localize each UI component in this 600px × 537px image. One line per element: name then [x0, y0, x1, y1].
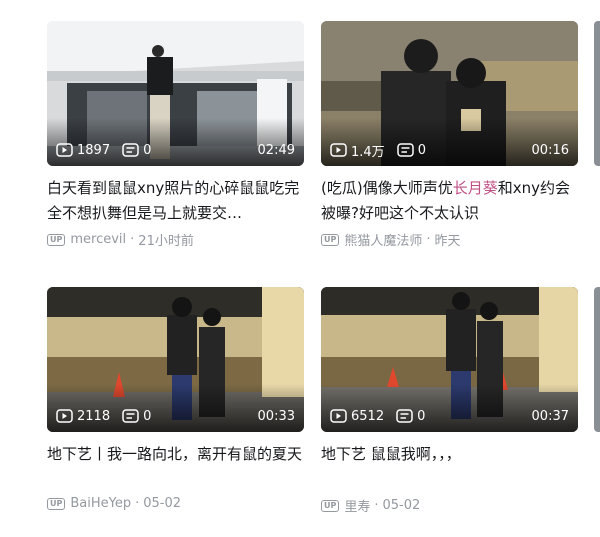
video-duration: 00:33: [257, 408, 295, 424]
video-title[interactable]: 地下艺 鼠鼠我啊，，，: [321, 442, 578, 492]
thumbnail-stats: 6512 0 00:37: [330, 406, 569, 426]
publish-time: 昨天: [434, 234, 461, 249]
danmaku-icon: [396, 409, 413, 423]
publish-time: 21小时前: [138, 234, 194, 249]
thumbnail-stats: 1897 0 02:49: [56, 140, 295, 160]
video-duration: 02:49: [257, 142, 295, 158]
up-badge-icon: UP: [47, 233, 66, 246]
publish-time: 05-02: [382, 498, 421, 513]
danmaku-icon: [396, 143, 414, 157]
view-count: 6512: [330, 409, 384, 424]
meta-separator: ·: [130, 232, 135, 247]
video-title[interactable]: (吃瓜)偶像大师声优长月葵和xny约会被曝?好吧这个不太认识: [321, 176, 578, 226]
up-badge-icon: UP: [47, 497, 66, 510]
publish-time: 05-02: [143, 496, 182, 511]
uploader-name[interactable]: 里寿: [344, 496, 370, 515]
play-count-icon: [330, 409, 347, 423]
video-card[interactable]: 1.4万 0 00:16 (吃瓜)偶像大师声优长月葵和xny约会被曝?好吧这个不…: [321, 21, 578, 249]
meta-separator: ·: [135, 496, 140, 511]
video-thumbnail[interactable]: 6512 0 00:37: [321, 287, 578, 432]
danmaku-count: 0: [396, 409, 425, 424]
view-count: 1897: [56, 143, 110, 158]
play-count-icon: [56, 409, 73, 423]
video-meta: UP mercevil · 21小时前: [47, 230, 304, 249]
up-badge-icon: UP: [321, 233, 340, 246]
video-thumbnail[interactable]: 1897 0 02:49: [47, 21, 304, 166]
video-card[interactable]: 2118 0 00:33 地下艺丨我一路向北，离开有鼠的夏天 UP BaiHeY…: [47, 287, 304, 511]
thumbnail-stats: 2118 0 00:33: [56, 406, 295, 426]
next-card-edge[interactable]: [594, 21, 600, 166]
video-card[interactable]: 6512 0 00:37 地下艺 鼠鼠我啊，，， UP 里寿 · 05-02: [321, 287, 578, 515]
meta-separator: ·: [426, 232, 431, 247]
video-duration: 00:16: [531, 142, 569, 158]
video-title[interactable]: 白天看到鼠鼠xny照片的心碎鼠鼠吃完全不想扒舞但是马上就要交…: [47, 176, 304, 226]
uploader-name[interactable]: BaiHeYep: [70, 496, 131, 511]
view-count: 1.4万: [330, 141, 385, 160]
danmaku-count: 0: [122, 409, 151, 424]
danmaku-count: 0: [122, 143, 151, 158]
uploader-name[interactable]: 熊猫人魔法师: [344, 230, 422, 249]
video-meta: UP BaiHeYep · 05-02: [47, 496, 304, 511]
danmaku-icon: [122, 143, 139, 157]
video-thumbnail[interactable]: 1.4万 0 00:16: [321, 21, 578, 166]
video-meta: UP 熊猫人魔法师 · 昨天: [321, 230, 578, 249]
meta-separator: ·: [374, 498, 379, 513]
play-count-icon: [56, 143, 73, 157]
video-title[interactable]: 地下艺丨我一路向北，离开有鼠的夏天: [47, 442, 304, 492]
video-duration: 00:37: [531, 408, 569, 424]
danmaku-count: 0: [396, 143, 426, 158]
danmaku-icon: [122, 409, 139, 423]
play-count-icon: [330, 143, 347, 157]
uploader-name[interactable]: mercevil: [70, 232, 126, 247]
up-badge-icon: UP: [321, 499, 340, 512]
video-meta: UP 里寿 · 05-02: [321, 496, 578, 515]
video-thumbnail[interactable]: 2118 0 00:33: [47, 287, 304, 432]
video-card[interactable]: 1897 0 02:49 白天看到鼠鼠xny照片的心碎鼠鼠吃完全不想扒舞但是马上…: [47, 21, 304, 249]
thumbnail-stats: 1.4万 0 00:16: [330, 140, 569, 160]
next-card-edge[interactable]: [594, 287, 600, 432]
view-count: 2118: [56, 409, 110, 424]
